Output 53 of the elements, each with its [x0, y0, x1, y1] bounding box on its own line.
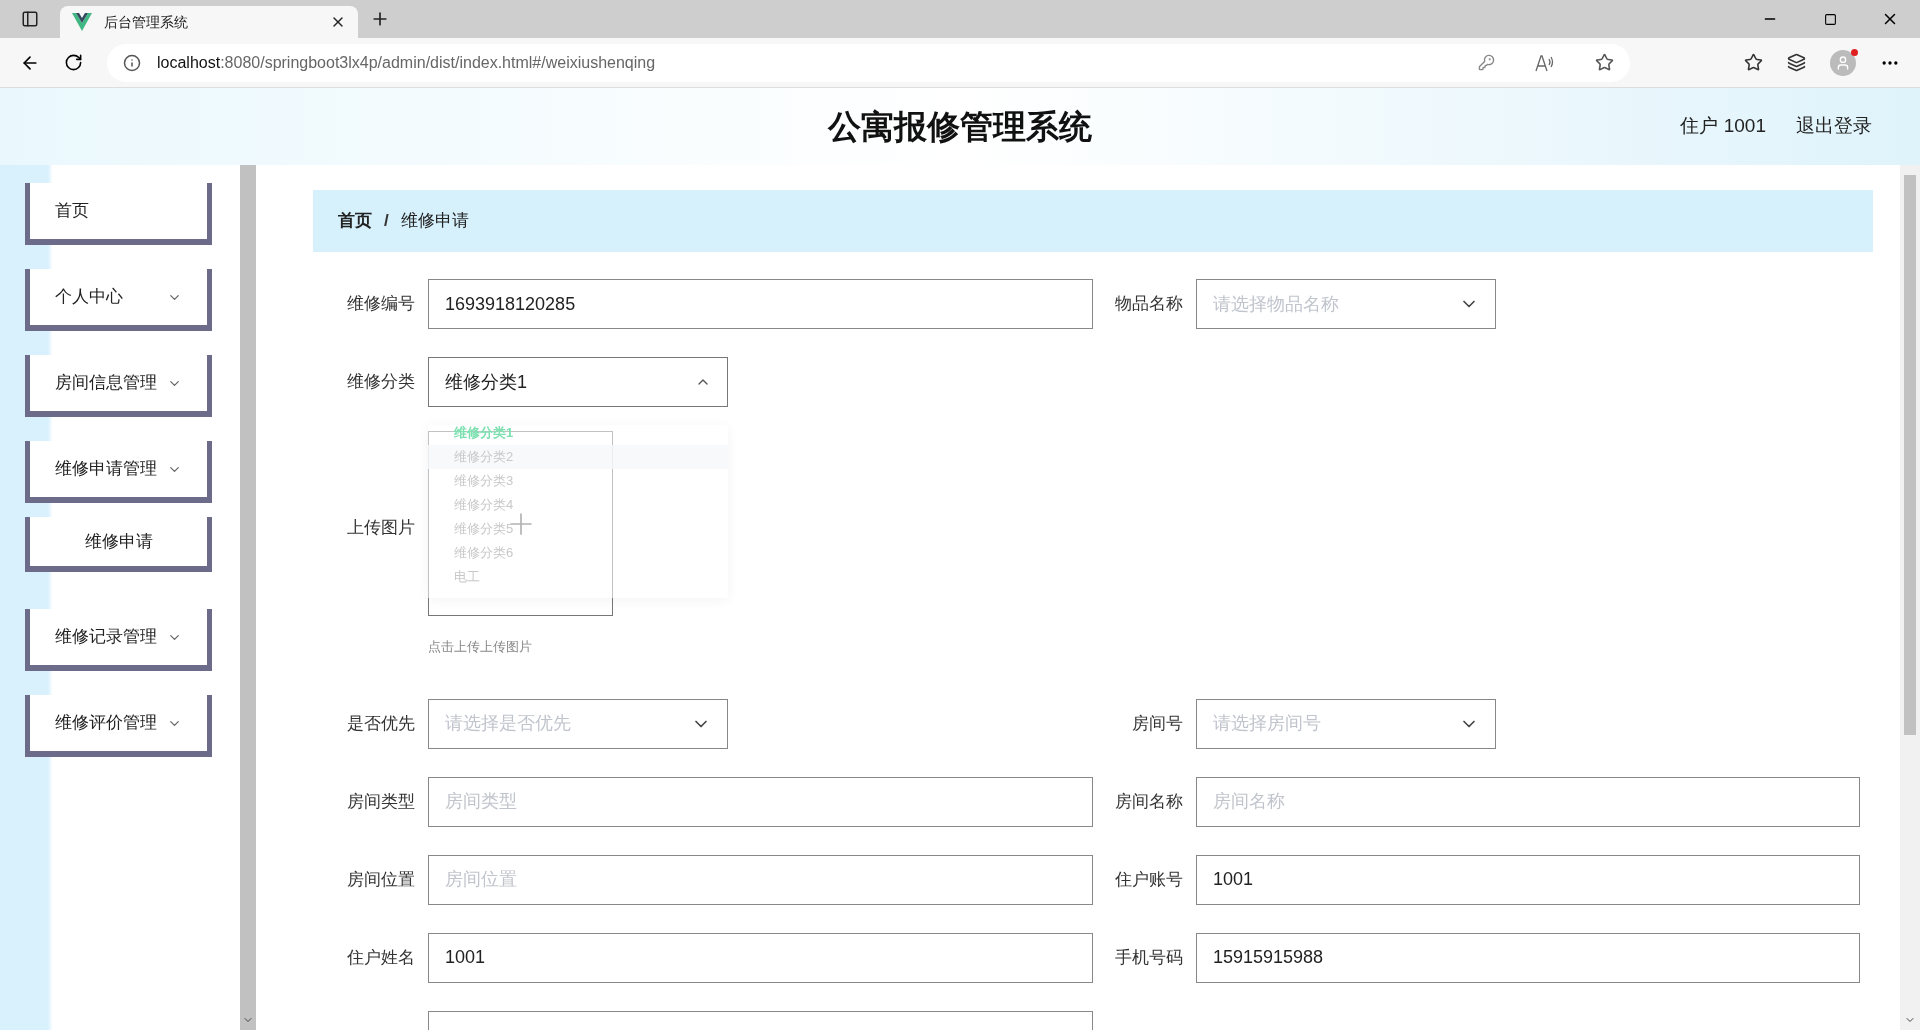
input-field[interactable]: 1693918120285	[428, 279, 1093, 329]
read-aloud-icon[interactable]	[1535, 53, 1555, 72]
menu-item[interactable]: 维修申请管理	[25, 441, 212, 503]
select-value: 请选择是否优先	[445, 712, 571, 735]
submenu-item[interactable]: 维修申请	[25, 517, 212, 572]
field-label: 维修编号	[346, 293, 415, 316]
menu-item[interactable]: 个人中心	[25, 269, 212, 331]
select-field[interactable]: 维修分类1	[428, 357, 728, 407]
select-value: 请选择房间号	[1213, 712, 1321, 735]
field-label: 物品名称	[1114, 293, 1183, 316]
info-icon	[123, 53, 141, 72]
favorite-icon[interactable]	[1595, 53, 1614, 72]
field-label: 住户姓名	[346, 946, 415, 969]
key-icon[interactable]	[1478, 54, 1495, 71]
reload-icon[interactable]	[64, 53, 83, 72]
field-label: 房间位置	[346, 868, 415, 891]
input-field[interactable]: 1001	[428, 932, 1093, 983]
field-label: 上传图片	[346, 517, 415, 539]
menu-item[interactable]: 维修记录管理	[25, 609, 212, 671]
browser-tab[interactable]: 后台管理系统	[60, 6, 358, 38]
field-label: 房间名称	[1114, 790, 1183, 813]
menu-item[interactable]: 维修评价管理	[25, 695, 212, 757]
breadcrumb-item[interactable]: 首页	[338, 208, 372, 234]
input-field[interactable]: 房间名称	[1196, 776, 1860, 827]
field-label: 房间类型	[346, 790, 415, 813]
upload-hint: 点击上传上传图片	[428, 638, 533, 656]
select-value: 维修分类1	[445, 370, 527, 394]
system-title: 公寓报修管理系统	[828, 106, 1092, 147]
input-field[interactable]: 房间位置	[428, 854, 1093, 905]
app-logo-icon	[72, 13, 92, 31]
field-label: 手机号码	[1114, 946, 1183, 969]
scrollbar-thumb[interactable]	[1904, 175, 1916, 735]
breadcrumb-item: 维修申请	[400, 210, 469, 233]
input-field[interactable]: 房间类型	[428, 776, 1093, 827]
address-bar[interactable]: localhost:8080/springboot3lx4p/admin/dist/index.html#/weixiushenqing	[107, 43, 1630, 82]
tab-title: 后台管理系统	[104, 12, 189, 32]
logout-link[interactable]: 退出登录	[1796, 112, 1872, 141]
favorites-icon[interactable]	[1744, 53, 1763, 72]
url-text: localhost:8080/springboot3lx4p/admin/dist/index.html#/weixiushenqing	[157, 52, 657, 73]
maximize-icon[interactable]	[1823, 12, 1837, 26]
menu-item[interactable]: 房间信息管理	[25, 355, 212, 417]
breadcrumb-separator: /	[384, 210, 389, 233]
input-field[interactable]: 15915915988	[1196, 932, 1860, 983]
field-label: 是否优先	[346, 712, 415, 735]
user-name: 住户 1001	[1680, 114, 1766, 139]
profile-icon[interactable]	[1830, 49, 1856, 76]
tab-actions-icon[interactable]	[21, 10, 39, 28]
select-value: 请选择物品名称	[1213, 292, 1339, 316]
input-field[interactable]: 1001	[1196, 854, 1860, 905]
menu-item[interactable]: 首页	[25, 183, 212, 245]
field-label: 维修分类	[346, 371, 415, 394]
field-label: 住户账号	[1114, 868, 1183, 891]
field-label: 房间号	[1131, 712, 1183, 735]
